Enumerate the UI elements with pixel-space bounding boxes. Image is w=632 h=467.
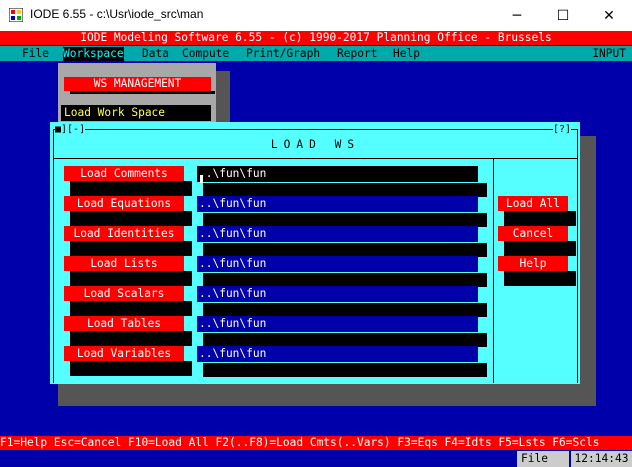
load-all-button[interactable]: Load All <box>498 196 568 211</box>
menu-workspace[interactable]: Workspace <box>63 47 124 61</box>
load-equations-button[interactable]: Load Equations <box>64 196 184 211</box>
text-cursor <box>200 175 203 183</box>
tables-file-field[interactable]: ..\fun\fun <box>197 316 478 332</box>
menu-file[interactable]: File <box>22 47 49 61</box>
variables-file-field[interactable]: ..\fun\fun <box>197 346 478 362</box>
lists-file-field[interactable]: ..\fun\fun <box>197 256 478 272</box>
app-header-banner: IODE Modeling Software 6.55 - (c) 1990-2… <box>0 31 632 45</box>
field-shadow <box>203 273 487 287</box>
maximize-icon: ☐ <box>556 7 570 24</box>
iode-app-icon <box>9 8 23 22</box>
function-key-bar: F1=Help Esc=Cancel F10=Load All F2(..F8)… <box>0 436 632 450</box>
menu-report[interactable]: Report <box>337 47 377 61</box>
maximize-button[interactable]: ☐ <box>540 0 586 31</box>
comments-file-field[interactable]: ..\fun\fun <box>197 166 478 182</box>
menu-print-graph[interactable]: Print/Graph <box>246 47 320 61</box>
dialog-vertical-separator <box>493 158 494 383</box>
button-shadow <box>504 211 576 226</box>
minimize-button[interactable]: ─ <box>494 0 540 31</box>
button-shadow <box>70 271 192 286</box>
ws-management-title-shadow <box>70 91 215 94</box>
button-shadow <box>70 361 192 376</box>
menu-compute[interactable]: Compute <box>182 47 229 61</box>
menu-help[interactable]: Help <box>393 47 420 61</box>
button-shadow <box>70 331 192 346</box>
window-title: IODE 6.55 - c:\Usr\iode_src\man <box>30 7 204 21</box>
field-shadow <box>203 333 487 347</box>
close-icon: ✕ <box>603 7 615 24</box>
status-mode: File <box>517 451 569 467</box>
close-button[interactable]: ✕ <box>586 0 632 31</box>
load-tables-button[interactable]: Load Tables <box>64 316 184 331</box>
dialog-control-menu[interactable]: ■][-] <box>55 124 86 136</box>
button-shadow <box>70 211 192 226</box>
field-shadow <box>203 243 487 257</box>
minimize-icon: ─ <box>512 7 522 24</box>
identities-file-field[interactable]: ..\fun\fun <box>197 226 478 242</box>
load-identities-button[interactable]: Load Identities <box>64 226 184 241</box>
help-button[interactable]: Help <box>498 256 568 271</box>
dialog-help-icon[interactable]: [?] <box>553 124 572 136</box>
load-comments-button[interactable]: Load Comments <box>64 166 184 181</box>
dialog-title: LOAD WS <box>270 138 361 151</box>
scalars-file-field[interactable]: ..\fun\fun <box>197 286 478 302</box>
load-lists-button[interactable]: Load Lists <box>64 256 184 271</box>
button-shadow <box>504 271 576 286</box>
equations-file-field[interactable]: ..\fun\fun <box>197 196 478 212</box>
button-shadow <box>504 241 576 256</box>
field-shadow <box>203 303 487 317</box>
load-variables-button[interactable]: Load Variables <box>64 346 184 361</box>
status-clock: 12:14:43 <box>571 451 632 467</box>
cancel-button[interactable]: Cancel <box>498 226 568 241</box>
input-mode-indicator: INPUT <box>592 47 626 60</box>
dialog-separator <box>53 158 578 159</box>
menu-item-load-work-space[interactable]: Load Work Space <box>61 105 211 121</box>
ws-management-shadow <box>216 71 230 123</box>
button-shadow <box>70 301 192 316</box>
button-shadow <box>70 181 192 196</box>
dialog-shadow-bottom <box>58 384 596 406</box>
field-shadow <box>203 183 487 197</box>
menu-bar: File Workspace Data Compute Print/Graph … <box>0 46 632 61</box>
field-shadow <box>203 213 487 227</box>
ws-management-title: WS MANAGEMENT <box>64 77 211 91</box>
button-shadow <box>70 241 192 256</box>
load-scalars-button[interactable]: Load Scalars <box>64 286 184 301</box>
dialog-shadow-right <box>580 136 596 406</box>
menu-data[interactable]: Data <box>142 47 169 61</box>
field-shadow <box>203 363 487 377</box>
